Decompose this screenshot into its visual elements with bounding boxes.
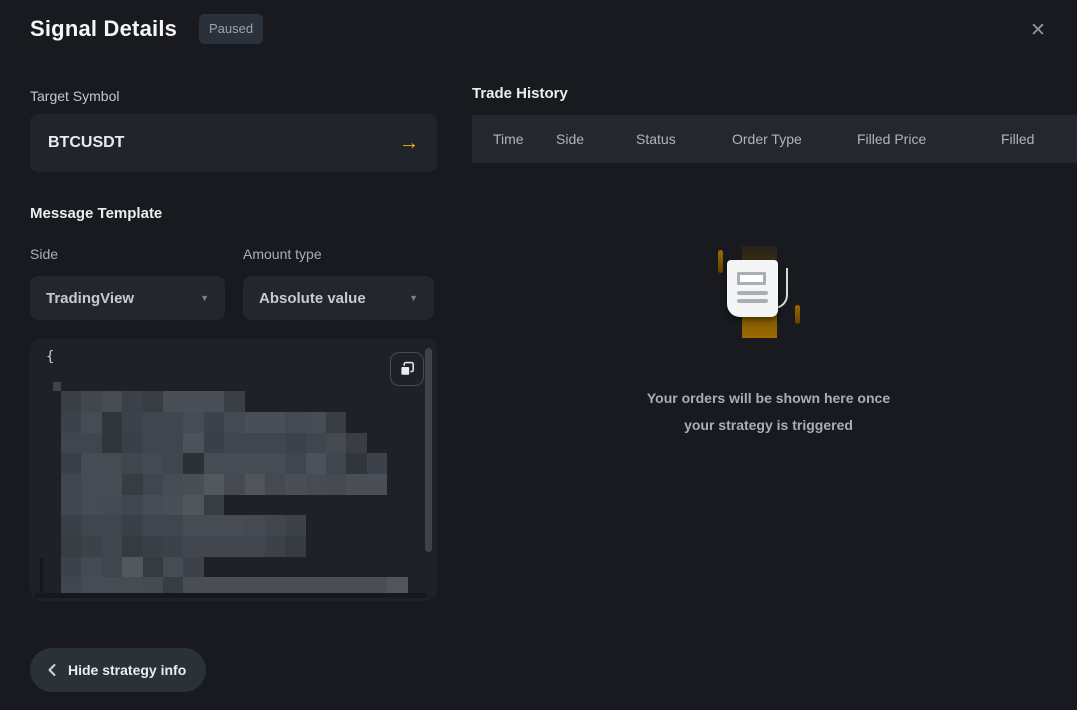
- status-badge: Paused: [199, 14, 263, 44]
- trade-history-header-row: TimeSideStatusOrder TypeFilled PriceFill…: [472, 115, 1077, 163]
- signal-details-modal: Signal Details Paused ✕ Target Symbol BT…: [0, 0, 1077, 710]
- column-header-filled-price: Filled Price: [857, 131, 1001, 147]
- target-symbol-label: Target Symbol: [30, 88, 119, 104]
- trade-history-heading: Trade History: [472, 85, 568, 102]
- redacted-row: [61, 495, 224, 516]
- close-icon: ✕: [1030, 19, 1046, 42]
- chevron-down-icon: ▼: [200, 293, 209, 303]
- document-text-line: [737, 299, 768, 303]
- column-header-time: Time: [472, 131, 556, 147]
- code-open-brace: {: [46, 349, 54, 365]
- redacted-row: [61, 391, 245, 412]
- chevron-down-icon: ▼: [409, 293, 418, 303]
- redacted-row: [61, 515, 306, 536]
- target-symbol-value: BTCUSDT: [48, 134, 124, 152]
- redacted-fragment: [40, 558, 43, 596]
- side-label: Side: [30, 246, 58, 262]
- arrow-right-icon[interactable]: →: [399, 132, 419, 155]
- amber-dash-graphic: [795, 305, 800, 324]
- redacted-row: [61, 433, 367, 454]
- copy-button[interactable]: [390, 352, 424, 386]
- order-document-icon: [727, 260, 778, 317]
- hide-strategy-info-button[interactable]: Hide strategy info: [30, 648, 206, 692]
- amount-type-dropdown[interactable]: Absolute value ▼: [243, 276, 434, 320]
- column-header-side: Side: [556, 131, 636, 147]
- document-text-line: [737, 291, 768, 295]
- horizontal-scroll-track: [34, 593, 427, 598]
- amount-type-label: Amount type: [243, 246, 322, 262]
- redacted-row: [61, 453, 387, 474]
- amount-type-dropdown-value: Absolute value: [259, 290, 366, 307]
- document-header-box: [737, 272, 766, 285]
- empty-state-text-line2: your strategy is triggered: [472, 417, 1065, 433]
- close-button[interactable]: ✕: [1020, 12, 1056, 48]
- amber-dash-graphic: [718, 250, 723, 273]
- empty-state-text-line1: Your orders will be shown here once: [472, 390, 1065, 406]
- target-symbol-field[interactable]: BTCUSDT →: [30, 114, 437, 172]
- copy-icon: [399, 361, 415, 377]
- redacted-row: [61, 474, 387, 495]
- redacted-row: [61, 412, 346, 433]
- message-template-code-block: {: [30, 338, 437, 601]
- chevron-left-icon: [46, 663, 58, 677]
- side-dropdown-value: TradingView: [46, 290, 134, 307]
- redacted-fragment: [53, 382, 61, 391]
- side-dropdown[interactable]: TradingView ▼: [30, 276, 225, 320]
- message-template-heading: Message Template: [30, 205, 162, 222]
- redacted-row: [61, 557, 204, 578]
- code-scrollbar-thumb[interactable]: [425, 348, 432, 552]
- redacted-row: [61, 536, 306, 557]
- page-title: Signal Details: [30, 16, 177, 42]
- column-header-order-type: Order Type: [732, 131, 857, 147]
- column-header-status: Status: [636, 131, 732, 147]
- hide-strategy-info-label: Hide strategy info: [68, 662, 186, 678]
- column-header-filled: Filled: [1001, 131, 1077, 147]
